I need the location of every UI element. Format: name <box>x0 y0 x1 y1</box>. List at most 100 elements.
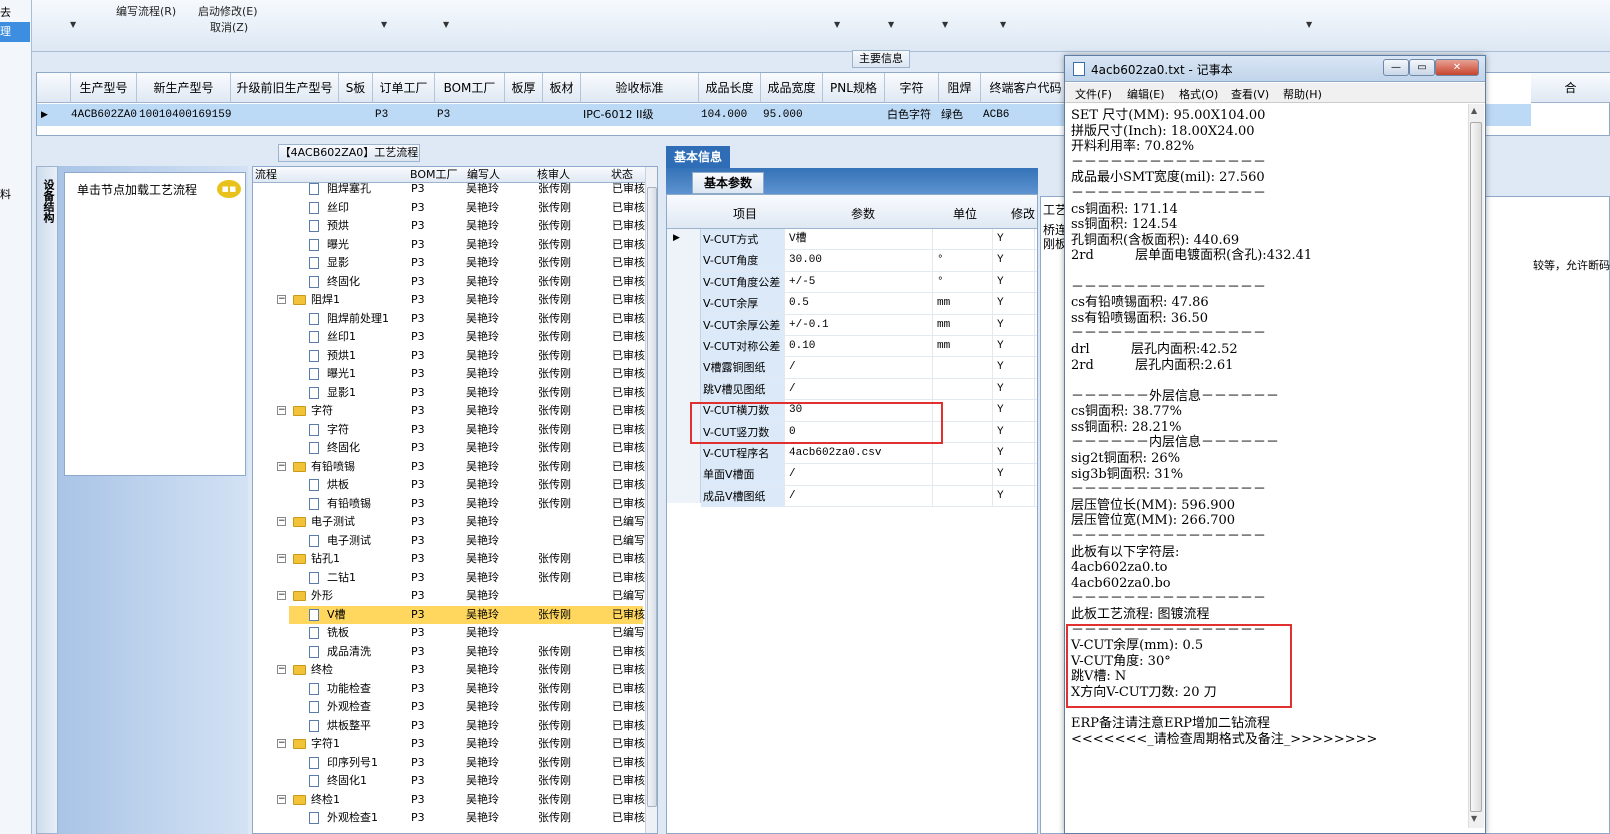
grid-cell[interactable]: IPC-6012 II级 <box>583 104 654 126</box>
tree-row[interactable]: − 外形 P3 吴艳玲 已编写 <box>253 587 645 606</box>
param-cell-value[interactable]: / <box>787 378 933 400</box>
left-nav-item[interactable]: 料 <box>0 186 30 202</box>
dropdown-arrow-icon[interactable]: ▼ <box>1000 20 1006 29</box>
param-cell-flag[interactable]: Y <box>995 357 1035 379</box>
notepad-titlebar[interactable]: 4acb602za0.txt - 记事本 — ▭ ✕ <box>1065 56 1485 82</box>
param-cell-value[interactable]: / <box>787 485 933 507</box>
param-cell-item[interactable]: V-CUT余厚公差 <box>701 314 785 336</box>
column-header[interactable]: 新生产型号 <box>137 73 231 103</box>
menu-file[interactable]: 文件(F) <box>1075 86 1112 102</box>
dropdown-arrow-icon[interactable]: ▼ <box>70 20 76 29</box>
grid-cell[interactable]: P3 <box>375 104 388 126</box>
column-header[interactable]: 终端客户代码 <box>981 73 1071 103</box>
param-cell-unit[interactable]: mm <box>935 314 993 336</box>
cancel-button[interactable]: 取消(Z) <box>210 19 248 35</box>
param-row[interactable]: 成品V槽图纸 / Y <box>701 485 1037 508</box>
tree-expand-icon[interactable]: − <box>277 554 286 563</box>
param-cell-value[interactable]: 0.5 <box>787 293 933 315</box>
param-cell-item[interactable]: V槽露铜图纸 <box>701 357 785 379</box>
param-row[interactable]: V-CUT角度 30.00 ° Y <box>701 250 1037 272</box>
column-header[interactable]: 单位 <box>953 205 977 222</box>
scrollbar-thumb[interactable] <box>647 187 657 807</box>
tree-scrollbar[interactable] <box>645 167 657 833</box>
start-modify-button[interactable]: 启动修改(E) <box>198 3 258 19</box>
grid-cell[interactable]: 10010400169159 <box>139 104 231 126</box>
param-cell-unit[interactable] <box>935 464 993 486</box>
scrollbar-thumb[interactable] <box>1470 122 1482 812</box>
param-cell-item[interactable]: 单面V槽面 <box>701 464 785 486</box>
tree-expand-icon[interactable]: − <box>277 665 286 674</box>
param-row[interactable]: V-CUT方式 V槽 Y <box>701 229 1037 251</box>
menu-edit[interactable]: 编辑(E) <box>1127 86 1165 102</box>
param-cell-item[interactable]: V-CUT对称公差 <box>701 336 785 357</box>
tree-row[interactable]: − 字符 P3 吴艳玲 张传刚 已审核 <box>253 402 645 421</box>
left-nav-item[interactable]: 去 <box>0 4 30 20</box>
param-cell-unit[interactable] <box>935 357 993 379</box>
vertical-tab-device-structure[interactable]: 设备结构 <box>39 179 55 223</box>
param-cell-item[interactable]: 成品V槽图纸 <box>701 485 785 507</box>
close-icon[interactable]: ✕ <box>1435 59 1479 76</box>
param-cell-flag[interactable]: Y <box>995 464 1035 486</box>
param-cell-unit[interactable] <box>935 421 993 443</box>
minimize-icon[interactable]: — <box>1383 59 1409 76</box>
param-cell-flag[interactable]: Y <box>995 271 1035 293</box>
param-row[interactable]: V-CUT余厚 0.5 mm Y <box>701 293 1037 315</box>
param-row[interactable]: V-CUT余厚公差 +/-0.1 mm Y <box>701 314 1037 336</box>
tree-row[interactable]: − 终检1 P3 吴艳玲 张传刚 已审核 <box>253 791 645 810</box>
param-cell-unit[interactable] <box>935 443 993 464</box>
column-header[interactable]: 升级前旧生产型号 <box>231 73 339 103</box>
tree-row[interactable]: − 终检 P3 吴艳玲 张传刚 已审核 <box>253 661 645 680</box>
tree-row[interactable]: 成品清洗 P3 吴艳玲 张传刚 已审核 <box>253 643 645 662</box>
notepad-window[interactable]: 4acb602za0.txt - 记事本 — ▭ ✕ 文件(F) 编辑(E) 格… <box>1064 55 1486 834</box>
tree-row-selected[interactable]: V槽 P3 吴艳玲 张传刚 已审核 <box>289 605 645 624</box>
tree-row[interactable]: 丝印 P3 吴艳玲 张传刚 已审核 <box>253 199 645 218</box>
param-cell-flag[interactable]: Y <box>995 400 1035 422</box>
tree-row[interactable]: 烘板 P3 吴艳玲 张传刚 已审核 <box>253 476 645 495</box>
tree-row[interactable]: 终固化 P3 吴艳玲 张传刚 已审核 <box>253 273 645 292</box>
tree-expand-icon[interactable]: − <box>277 295 286 304</box>
param-cell-value[interactable]: 30.00 <box>787 250 933 272</box>
param-cell-value[interactable]: V槽 <box>787 229 933 250</box>
column-header[interactable]: 字符 <box>885 73 939 103</box>
param-cell-unit[interactable]: mm <box>935 293 993 315</box>
grid-cell[interactable]: 绿色 <box>941 104 963 126</box>
dropdown-arrow-icon[interactable]: ▼ <box>942 20 948 29</box>
tree-row[interactable]: 外观检查1 P3 吴艳玲 张传刚 已审核 <box>253 809 645 828</box>
column-header[interactable]: 板厚 <box>505 73 543 103</box>
tree-expand-icon[interactable]: − <box>277 739 286 748</box>
param-cell-flag[interactable]: Y <box>995 421 1035 443</box>
scroll-up-icon[interactable]: ▲ <box>1471 106 1477 115</box>
tree-row[interactable]: 终固化 P3 吴艳玲 张传刚 已审核 <box>253 439 645 458</box>
grid-cell[interactable]: 白色字符 <box>887 104 931 126</box>
tree-row[interactable]: − 字符1 P3 吴艳玲 张传刚 已审核 <box>253 735 645 754</box>
column-header[interactable]: 验收标准 <box>581 73 699 103</box>
param-cell-flag[interactable]: Y <box>995 485 1035 507</box>
grid-cell[interactable]: 104.000 <box>701 104 747 126</box>
param-row[interactable]: V-CUT对称公差 0.10 mm Y <box>701 336 1037 358</box>
menu-format[interactable]: 格式(O) <box>1179 86 1218 102</box>
tree-expand-icon[interactable]: − <box>277 461 286 471</box>
param-cell-item[interactable]: V-CUT余厚 <box>701 293 785 315</box>
param-cell-flag[interactable]: Y <box>995 314 1035 336</box>
grid-cell[interactable]: P3 <box>437 104 450 126</box>
notepad-scrollbar[interactable]: ▲ ▼ <box>1468 104 1484 828</box>
tree-row[interactable]: 显影1 P3 吴艳玲 张传刚 已审核 <box>253 384 645 403</box>
tree-row[interactable]: 曝光 P3 吴艳玲 张传刚 已审核 <box>253 236 645 255</box>
dropdown-arrow-icon[interactable]: ▼ <box>381 20 387 29</box>
grid-cell[interactable]: 4ACB602ZA0 <box>71 104 137 126</box>
tree-row[interactable]: 电子测试 P3 吴艳玲 已编写 <box>253 532 645 551</box>
write-process-button[interactable]: 编写流程(R) <box>116 3 176 19</box>
column-header[interactable]: 生产型号 <box>71 73 137 103</box>
tree-expand-icon[interactable]: − <box>277 517 286 526</box>
grid-cell[interactable]: ACB6 <box>983 104 1009 126</box>
column-header[interactable]: PNL规格 <box>823 73 885 103</box>
param-cell-value[interactable]: / <box>787 357 933 379</box>
dropdown-arrow-icon[interactable]: ▼ <box>1306 20 1312 29</box>
dropdown-arrow-icon[interactable]: ▼ <box>443 20 449 29</box>
param-cell-unit[interactable]: ° <box>935 250 993 272</box>
tree-expand-icon[interactable]: − <box>277 406 286 415</box>
param-cell-value[interactable]: +/-0.1 <box>787 314 933 336</box>
param-row[interactable]: 单面V槽面 / Y <box>701 464 1037 486</box>
column-header[interactable]: 参数 <box>851 205 875 222</box>
grid-cell[interactable]: 95.000 <box>763 104 803 126</box>
